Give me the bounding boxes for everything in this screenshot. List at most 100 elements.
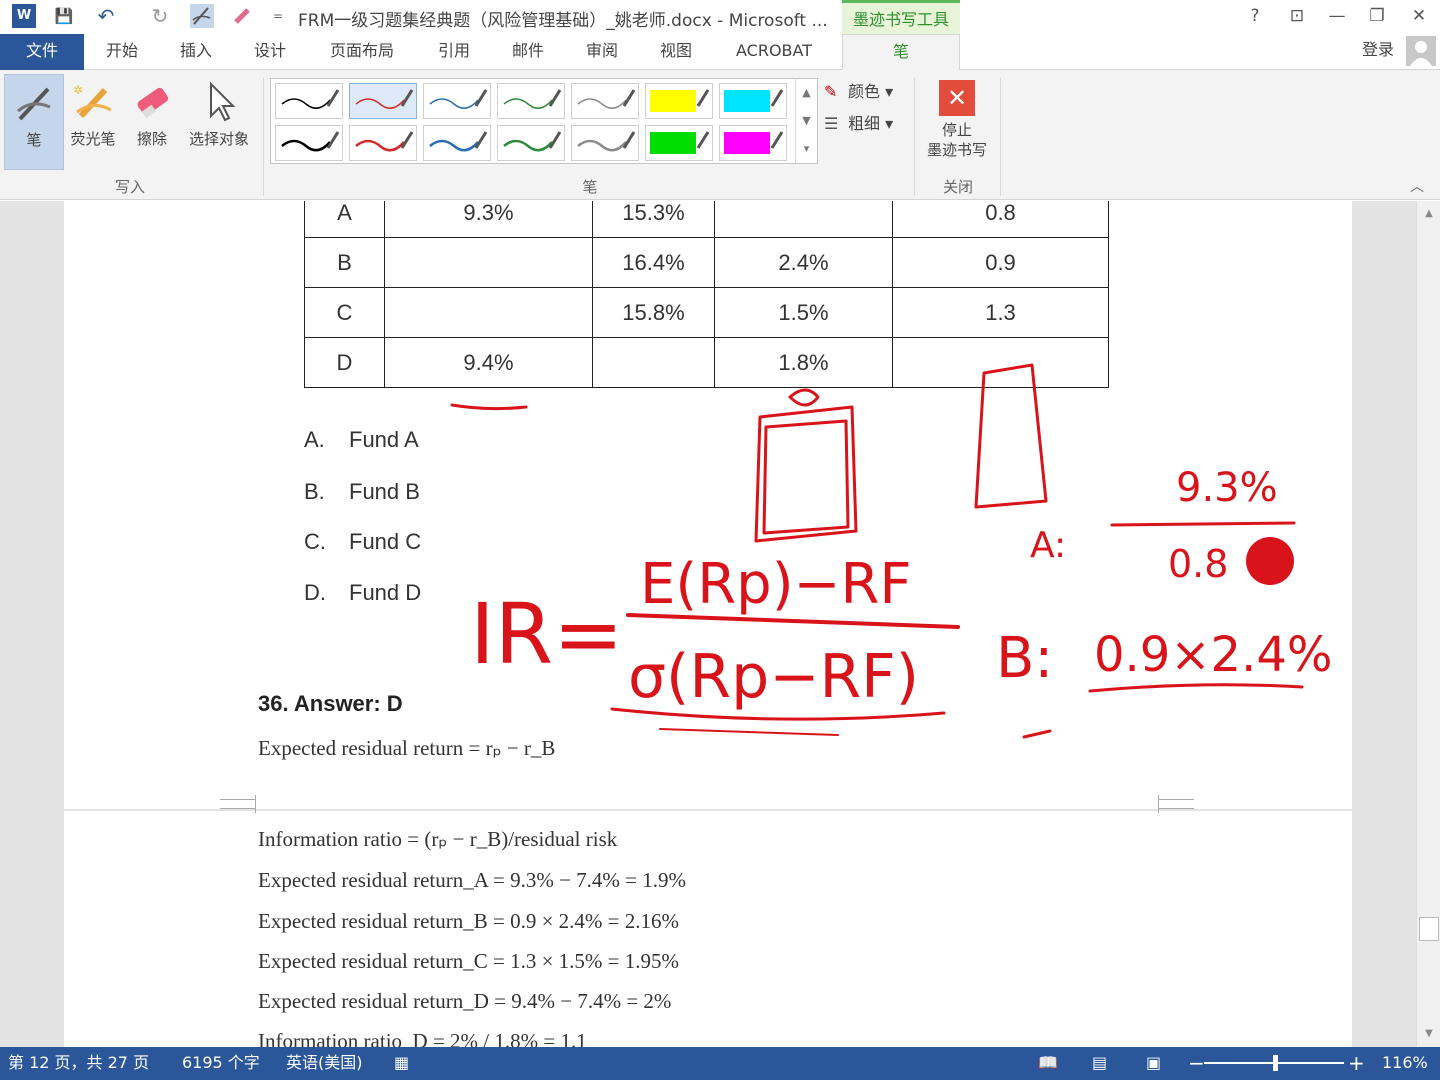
tab-view[interactable]: 视图 xyxy=(660,34,692,70)
collapse-ribbon-icon[interactable]: ︿ xyxy=(1410,176,1424,196)
tab-review[interactable]: 审阅 xyxy=(586,34,618,70)
gallery-expand-icon[interactable]: ▾ xyxy=(795,135,817,163)
pen-swatch[interactable] xyxy=(497,125,565,161)
option-letter: A. xyxy=(304,427,325,452)
word-logo-icon[interactable]: W xyxy=(12,4,36,28)
tab-insert[interactable]: 插入 xyxy=(180,34,212,70)
document-page[interactable]: A 9.3% 15.3% 0.8 B 16.4% 2.4% 0.9 C 15.8% 1.5% 1.3 D… xyxy=(64,201,1352,809)
zoom-out-icon[interactable]: − xyxy=(1188,1047,1205,1079)
eraser-tool-button[interactable]: 擦除 xyxy=(126,74,178,170)
gallery-scroll-down-icon[interactable]: ▼ xyxy=(795,107,817,135)
option-d: D. Fund D xyxy=(304,580,421,606)
highlighter-icon: ✲ xyxy=(71,80,115,124)
print-layout-icon[interactable]: ▤ xyxy=(1092,1047,1107,1079)
answer-heading: 36. Answer: D xyxy=(258,691,403,716)
document-page[interactable]: Information ratio = (rₚ − r_B)/residual … xyxy=(64,799,1352,1047)
zoom-level[interactable]: 116% xyxy=(1382,1047,1428,1079)
option-text: Fund D xyxy=(349,580,422,605)
language-status[interactable]: 英语(美国) xyxy=(286,1047,363,1079)
table-cell xyxy=(714,201,893,238)
sign-in-link[interactable]: 登录 xyxy=(1362,34,1394,66)
table-cell: 0.9 xyxy=(892,237,1109,288)
ribbon: 笔 ✲ 荧光笔 擦除 选择对象 写入 ▲ ▼ ▾ 笔 ✎ 颜色 ▾ ☰ 粗细 ▾ ✕ 停… xyxy=(0,70,1440,200)
option-letter: D. xyxy=(304,580,326,605)
pen-swatch[interactable] xyxy=(275,83,343,119)
pen-swatch[interactable] xyxy=(571,125,639,161)
pen-swatch[interactable] xyxy=(497,83,565,119)
pen-swatch[interactable] xyxy=(423,83,491,119)
stop-inking-button[interactable]: ✕ 停止 墨迹书写 xyxy=(920,80,994,160)
answer-line: Expected residual return_C = 1.3 × 1.5% … xyxy=(258,949,680,973)
table-cell: 1.8% xyxy=(714,337,893,388)
avatar[interactable] xyxy=(1406,36,1436,66)
tab-pen[interactable]: 笔 xyxy=(842,34,960,71)
status-bar: 第 12 页，共 27 页 6195 个字 英语(美国) ▦ 📖 ▤ ▣ − +… xyxy=(0,1047,1440,1080)
pen-quick-icon[interactable] xyxy=(190,4,214,28)
tab-design[interactable]: 设计 xyxy=(254,34,286,70)
pen-color-label: 颜色 xyxy=(848,82,881,101)
option-c: C. Fund C xyxy=(304,529,421,555)
highlighter-quick-icon[interactable] xyxy=(230,4,254,28)
pen-swatch[interactable] xyxy=(571,83,639,119)
pen-swatch[interactable] xyxy=(349,125,417,161)
pen-tool-button[interactable]: 笔 xyxy=(4,74,64,170)
highlighter-swatch[interactable] xyxy=(719,83,787,119)
pen-color-dropdown[interactable]: ✎ 颜色 ▾ xyxy=(824,78,893,102)
scrollbar-thumb[interactable] xyxy=(1419,917,1439,941)
minimize-button[interactable]: — xyxy=(1322,4,1352,28)
highlighter-tool-button[interactable]: ✲ 荧光笔 xyxy=(66,74,120,170)
pen-thickness-dropdown[interactable]: ☰ 粗细 ▾ xyxy=(824,110,893,134)
save-icon[interactable]: 💾 xyxy=(52,4,76,28)
help-button[interactable]: ? xyxy=(1240,4,1270,28)
scroll-down-icon[interactable]: ▼ xyxy=(1419,1025,1439,1043)
redo-icon[interactable]: ↻ xyxy=(148,4,172,28)
tab-acrobat[interactable]: ACROBAT xyxy=(736,34,812,70)
option-letter: B. xyxy=(304,479,325,504)
table-cell: 0.8 xyxy=(892,201,1109,238)
group-divider xyxy=(914,78,915,196)
pen-swatch[interactable] xyxy=(349,83,417,119)
answer-line: Information ratio_D = 2% / 1.8% = 1.1 xyxy=(258,1029,587,1047)
document-workspace[interactable]: A 9.3% 15.3% 0.8 B 16.4% 2.4% 0.9 C 15.8% 1.5% 1.3 D… xyxy=(0,201,1440,1047)
pen-swatch[interactable] xyxy=(275,125,343,161)
answer-line: Information ratio = (rₚ − r_B)/residual … xyxy=(258,827,618,851)
select-objects-button[interactable]: 选择对象 xyxy=(182,74,256,170)
customize-toolbar-icon[interactable]: = xyxy=(266,4,290,28)
word-count-status[interactable]: 6195 个字 xyxy=(182,1047,260,1079)
page-count-status[interactable]: 第 12 页，共 27 页 xyxy=(8,1047,149,1079)
close-button[interactable]: ✕ xyxy=(1404,4,1434,28)
pen-swatch[interactable] xyxy=(423,125,491,161)
tab-mailings[interactable]: 邮件 xyxy=(512,34,544,70)
tab-page-layout[interactable]: 页面布局 xyxy=(330,34,394,70)
answer-line: Expected residual return_A = 9.3% − 7.4%… xyxy=(258,868,687,892)
zoom-slider-thumb[interactable] xyxy=(1273,1055,1278,1071)
pen-tool-label: 笔 xyxy=(26,131,42,149)
undo-icon[interactable]: ↶ xyxy=(94,4,118,28)
highlighter-swatch[interactable] xyxy=(645,83,713,119)
gallery-scroll-up-icon[interactable]: ▲ xyxy=(795,79,817,107)
stop-inking-label-line1: 停止 xyxy=(941,121,972,139)
table-cell xyxy=(592,337,715,388)
zoom-in-icon[interactable]: + xyxy=(1348,1047,1365,1079)
web-layout-icon[interactable]: ▣ xyxy=(1146,1047,1161,1079)
vertical-scrollbar[interactable]: ▲ ▼ xyxy=(1416,201,1440,1047)
table-cell: A xyxy=(304,201,385,238)
answer-line: Expected residual return_D = 9.4% − 7.4%… xyxy=(258,989,672,1013)
table-row: B 16.4% 2.4% 0.9 xyxy=(304,237,1109,288)
option-text: Fund C xyxy=(349,529,422,554)
page-corner-mark xyxy=(1158,799,1194,813)
scroll-up-icon[interactable]: ▲ xyxy=(1419,205,1439,223)
tab-references[interactable]: 引用 xyxy=(438,34,470,70)
tab-file[interactable]: 文件 xyxy=(0,34,84,70)
macro-record-icon[interactable]: ▦ xyxy=(394,1047,409,1079)
tab-home[interactable]: 开始 xyxy=(106,34,138,70)
ribbon-display-options-button[interactable]: ⊡ xyxy=(1282,4,1312,28)
eraser-tool-label: 擦除 xyxy=(136,130,167,148)
group-label-write: 写入 xyxy=(114,178,145,196)
maximize-button[interactable]: ❐ xyxy=(1362,4,1392,28)
highlighter-swatch[interactable] xyxy=(719,125,787,161)
table-cell: B xyxy=(304,237,385,288)
table-cell xyxy=(384,237,593,288)
highlighter-swatch[interactable] xyxy=(645,125,713,161)
read-mode-icon[interactable]: 📖 xyxy=(1038,1047,1058,1079)
